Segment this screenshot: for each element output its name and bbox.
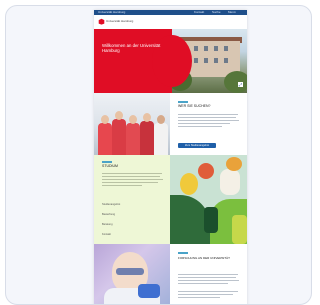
webpage-preview: Universität Hamburg Kontakt Suche Menü U… bbox=[94, 10, 247, 304]
study-section: STUDIUM Studienangebot Bewerbung Beratun… bbox=[94, 155, 247, 244]
hero-title: Willkommen an der Universität Hamburg bbox=[102, 43, 161, 54]
browser-frame: Universität Hamburg Kontakt Suche Menü U… bbox=[5, 5, 312, 305]
students-photo bbox=[94, 93, 170, 155]
study-link-contact[interactable]: Kontakt bbox=[102, 233, 111, 236]
university-logo-icon[interactable] bbox=[98, 18, 105, 25]
study-illustration bbox=[170, 155, 247, 244]
study-link-advice[interactable]: Beratung bbox=[102, 223, 113, 226]
logo-bar: Universität Hamburg bbox=[94, 15, 247, 29]
study-heading: STUDIUM bbox=[102, 164, 118, 168]
research-photo bbox=[94, 244, 170, 304]
study-link-application[interactable]: Bewerbung bbox=[102, 213, 115, 216]
logo-text[interactable]: Universität Hamburg bbox=[106, 19, 133, 23]
study-link-offer[interactable]: Studienangebot bbox=[102, 203, 120, 206]
study-panel: STUDIUM Studienangebot Bewerbung Beratun… bbox=[94, 155, 170, 244]
students-section: WER SIE SUCHEN? Zum Studienangebot bbox=[94, 93, 247, 155]
hero-section: Willkommen an der Universität Hamburg bbox=[94, 29, 247, 93]
study-offer-button-label: Zum Studienangebot bbox=[184, 144, 210, 147]
expand-icon[interactable]: ⤢ bbox=[238, 82, 243, 87]
research-section: FORSCHUNG AN DER UNIVERSITÄT bbox=[94, 244, 247, 304]
section-heading: WER SIE SUCHEN? bbox=[178, 104, 211, 108]
research-info-panel: FORSCHUNG AN DER UNIVERSITÄT bbox=[170, 244, 247, 304]
study-offer-button[interactable]: Zum Studienangebot bbox=[178, 143, 216, 148]
search-info-panel: WER SIE SUCHEN? Zum Studienangebot bbox=[170, 93, 247, 155]
research-heading: FORSCHUNG AN DER UNIVERSITÄT bbox=[178, 256, 231, 260]
